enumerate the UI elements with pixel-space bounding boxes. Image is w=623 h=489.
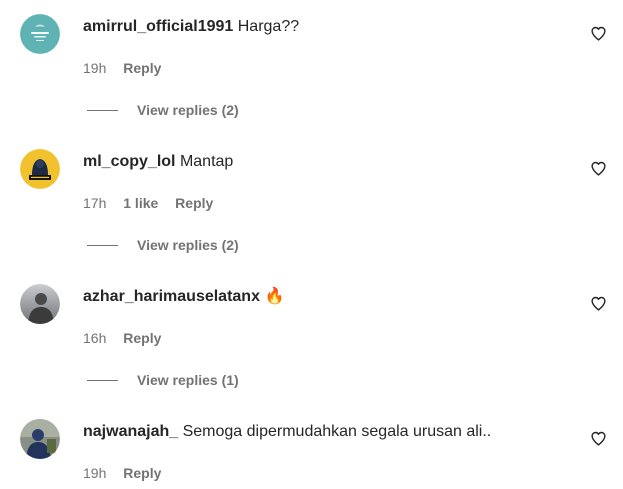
- heart-icon[interactable]: [590, 295, 607, 312]
- avatar[interactable]: [20, 419, 60, 459]
- comment-text: Mantap: [179, 153, 234, 170]
- replies-divider: [87, 109, 118, 111]
- person-photo-avatar-icon: [20, 284, 60, 324]
- reply-button[interactable]: Reply: [175, 195, 213, 211]
- teal-logo-avatar-icon: [20, 14, 60, 54]
- avatar[interactable]: [20, 14, 60, 54]
- username[interactable]: najwanajah_: [83, 423, 178, 440]
- comment-line: amirrul_official1991 Harga??: [83, 17, 299, 37]
- person-photo-avatar-icon: [20, 419, 60, 459]
- username[interactable]: amirrul_official1991: [83, 18, 233, 35]
- comment-item: ml_copy_lol Mantap 17h 1 like Reply View…: [0, 135, 623, 265]
- heart-icon[interactable]: [590, 430, 607, 447]
- heart-icon[interactable]: [590, 25, 607, 42]
- comment-meta: 16h Reply: [83, 329, 174, 347]
- yellow-gamer-avatar-icon: [20, 149, 60, 189]
- view-replies-label: View replies (2): [137, 237, 239, 253]
- view-replies-label: View replies (1): [137, 372, 239, 388]
- comment-meta: 17h 1 like Reply: [83, 194, 226, 212]
- reply-button[interactable]: Reply: [123, 330, 161, 346]
- comment-text: Semoga dipermudahkan segala urusan ali..: [182, 423, 492, 440]
- comment-text: 🔥: [264, 288, 285, 305]
- view-replies-button[interactable]: View replies (2): [87, 236, 239, 254]
- timestamp[interactable]: 16h: [83, 330, 106, 346]
- timestamp[interactable]: 19h: [83, 60, 106, 76]
- comment-meta: 19h Reply: [83, 59, 174, 77]
- avatar[interactable]: [20, 149, 60, 189]
- replies-divider: [87, 244, 118, 246]
- comment-item: najwanajah_ Semoga dipermudahkan segala …: [0, 405, 623, 489]
- reply-button[interactable]: Reply: [123, 60, 161, 76]
- comment-item: azhar_harimauselatanx 🔥 16h Reply View r…: [0, 270, 623, 400]
- username[interactable]: azhar_harimauselatanx: [83, 288, 260, 305]
- avatar[interactable]: [20, 284, 60, 324]
- reply-button[interactable]: Reply: [123, 465, 161, 481]
- comments-list: amirrul_official1991 Harga?? 19h Reply V…: [0, 0, 623, 489]
- comment-line: azhar_harimauselatanx 🔥: [83, 287, 284, 307]
- likes-count[interactable]: 1 like: [123, 195, 158, 211]
- comment-line: ml_copy_lol Mantap: [83, 152, 233, 172]
- view-replies-button[interactable]: View replies (1): [87, 371, 239, 389]
- view-replies-label: View replies (2): [137, 102, 239, 118]
- comment-meta: 19h Reply: [83, 464, 174, 482]
- comment-text: Harga??: [237, 18, 300, 35]
- view-replies-button[interactable]: View replies (2): [87, 101, 239, 119]
- timestamp[interactable]: 19h: [83, 465, 106, 481]
- replies-divider: [87, 379, 118, 381]
- comment-item: amirrul_official1991 Harga?? 19h Reply V…: [0, 0, 623, 130]
- comment-line: najwanajah_ Semoga dipermudahkan segala …: [83, 422, 491, 442]
- timestamp[interactable]: 17h: [83, 195, 106, 211]
- username[interactable]: ml_copy_lol: [83, 153, 175, 170]
- heart-icon[interactable]: [590, 160, 607, 177]
